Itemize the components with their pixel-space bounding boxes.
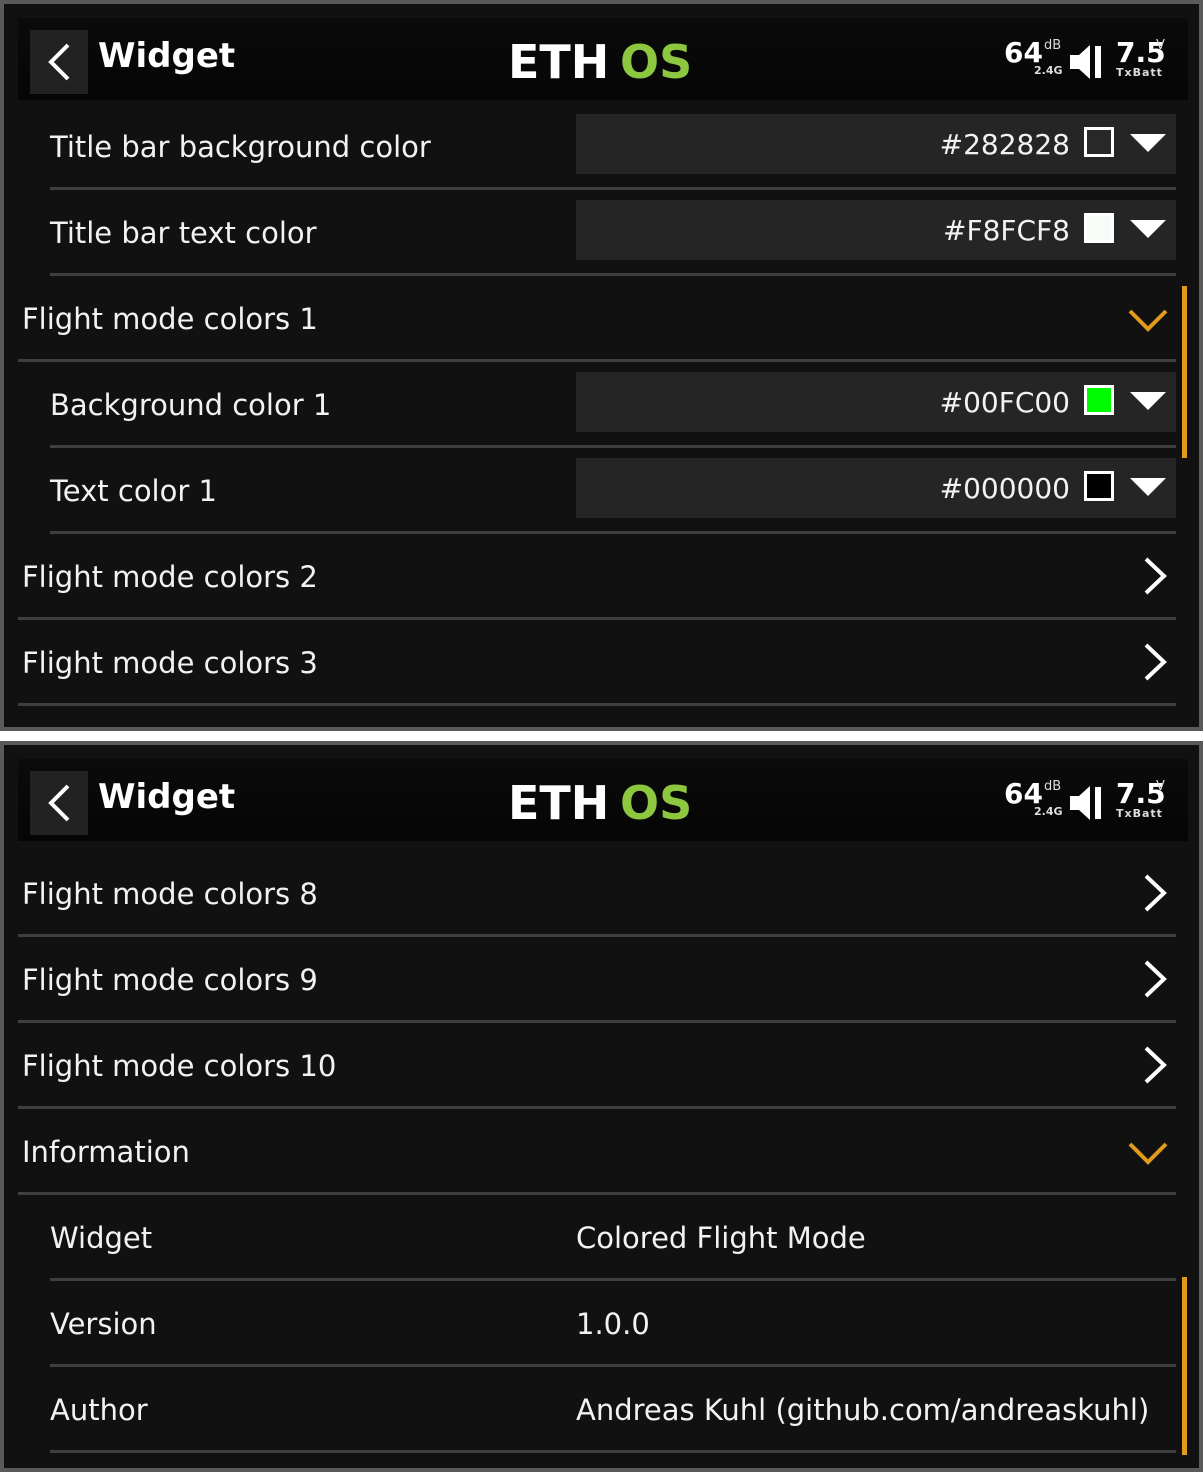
band-label: 2.4G [1034,64,1063,77]
chevron-right-icon [1144,557,1167,595]
section-label: Information [22,1135,190,1169]
ethos-logo: ETH OS [508,779,692,823]
info-label: Author [50,1393,148,1427]
battery-label: TxBatt [1116,66,1163,79]
triangle-down-icon [1130,134,1166,152]
back-button[interactable] [30,771,88,835]
chevron-down-icon [1128,309,1168,332]
section-flight-mode-colors-1[interactable]: Flight mode colors 1 [18,276,1176,362]
chevron-left-icon [48,784,70,822]
setting-background-color-1[interactable]: Background color 1 #00FC00 [50,362,1176,448]
info-version: Version 1.0.0 [50,1281,1176,1367]
setting-label: Background color 1 [50,388,332,422]
triangle-down-icon [1130,392,1166,410]
section-label: Flight mode colors 3 [22,646,318,680]
section-flight-mode-colors-3[interactable]: Flight mode colors 3 [18,620,1176,706]
color-picker[interactable]: #282828 [576,114,1176,174]
info-author: Author Andreas Kuhl (github.com/andreask… [50,1367,1176,1453]
setting-text-color-1[interactable]: Text color 1 #000000 [50,448,1176,534]
color-picker[interactable]: #00FC00 [576,372,1176,432]
voltage-unit: V [1156,38,1165,53]
logo-text-right: OS [620,779,692,823]
section-label: Flight mode colors 9 [22,963,318,997]
title-bar: Widget ETH OS 64 dB 2.4G 7.5 V TxBatt [18,759,1188,841]
scrollbar[interactable] [1182,1277,1187,1455]
info-value: Andreas Kuhl (github.com/andreaskuhl) [576,1393,1150,1427]
color-value: #00FC00 [939,386,1070,419]
color-swatch [1084,127,1114,157]
setting-title-bar-text-color[interactable]: Title bar text color #F8FCF8 [50,190,1176,276]
section-label: Flight mode colors 2 [22,560,318,594]
color-value: #F8FCF8 [943,214,1070,247]
rssi-unit: dB [1044,779,1062,794]
chevron-down-icon [1128,1142,1168,1165]
section-label: Flight mode colors 8 [22,877,318,911]
section-flight-mode-colors-8[interactable]: Flight mode colors 8 [18,851,1176,937]
section-flight-mode-colors-2[interactable]: Flight mode colors 2 [18,534,1176,620]
back-button[interactable] [30,30,88,94]
logo-text-left: ETH [508,779,609,823]
section-flight-mode-colors-10[interactable]: Flight mode colors 10 [18,1023,1176,1109]
color-swatch [1084,385,1114,415]
speaker-icon [1070,786,1101,820]
title-bar: Widget ETH OS 64 dB 2.4G 7.5 V TxBatt [18,18,1188,100]
speaker-icon [1070,45,1101,79]
chevron-right-icon [1144,960,1167,998]
page-title: Widget [98,777,236,817]
status-area: 64 dB 2.4G 7.5 V TxBatt [1004,36,1174,92]
info-value: 1.0.0 [576,1307,650,1341]
section-flight-mode-colors-9[interactable]: Flight mode colors 9 [18,937,1176,1023]
voltage-unit: V [1156,779,1165,794]
section-information[interactable]: Information [18,1109,1176,1195]
color-picker[interactable]: #F8FCF8 [576,200,1176,260]
chevron-right-icon [1144,643,1167,681]
triangle-down-icon [1130,478,1166,496]
color-picker[interactable]: #000000 [576,458,1176,518]
info-label: Widget [50,1221,153,1255]
logo-text-left: ETH [508,38,609,82]
triangle-down-icon [1130,220,1166,238]
scrollbar[interactable] [1182,286,1187,458]
divider [18,703,1176,706]
setting-title-bar-background-color[interactable]: Title bar background color #282828 [50,104,1176,190]
color-value: #000000 [939,472,1070,505]
setting-label: Title bar text color [50,216,317,250]
info-label: Version [50,1307,157,1341]
color-swatch [1084,213,1114,243]
logo-text-right: OS [620,38,692,82]
divider [50,1450,1176,1453]
setting-label: Title bar background color [50,130,431,164]
info-value: Colored Flight Mode [576,1221,866,1255]
section-label: Flight mode colors 1 [22,302,318,336]
band-label: 2.4G [1034,805,1063,818]
rssi-unit: dB [1044,38,1062,53]
screen-top: Widget ETH OS 64 dB 2.4G 7.5 V TxBatt Ti… [0,0,1203,731]
ethos-logo: ETH OS [508,38,692,82]
chevron-right-icon [1144,874,1167,912]
color-swatch [1084,471,1114,501]
setting-label: Text color 1 [50,474,217,508]
chevron-right-icon [1144,1046,1167,1084]
color-value: #282828 [939,128,1070,161]
info-widget: Widget Colored Flight Mode [50,1195,1176,1281]
battery-label: TxBatt [1116,807,1163,820]
status-area: 64 dB 2.4G 7.5 V TxBatt [1004,777,1174,833]
screen-bottom: Widget ETH OS 64 dB 2.4G 7.5 V TxBatt Fl… [0,741,1203,1472]
page-title: Widget [98,36,236,76]
chevron-left-icon [48,43,70,81]
section-label: Flight mode colors 10 [22,1049,337,1083]
